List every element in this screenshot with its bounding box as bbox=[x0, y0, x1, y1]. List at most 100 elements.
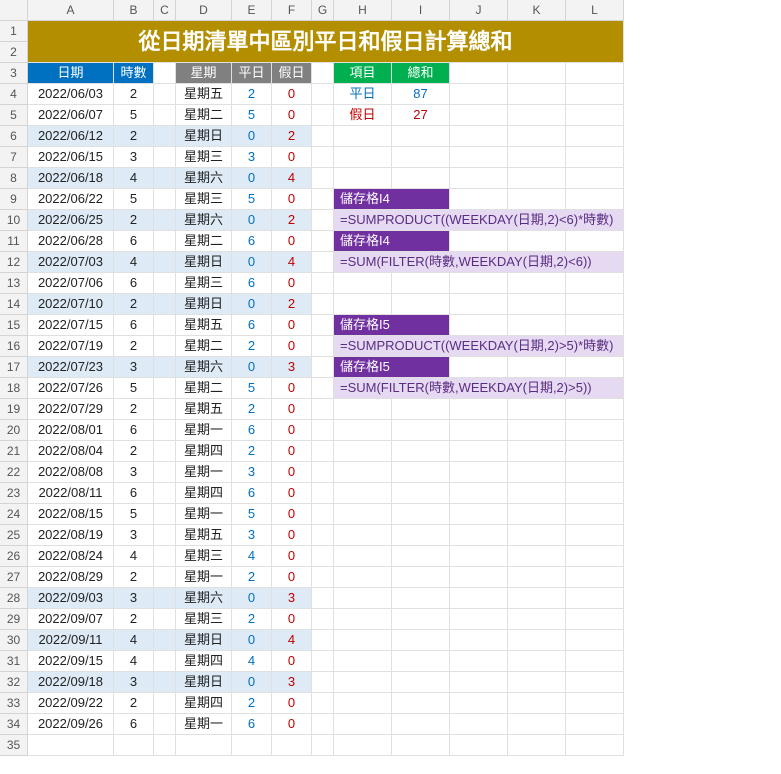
empty-cell[interactable] bbox=[312, 441, 334, 462]
cell-date[interactable]: 2022/09/11 bbox=[28, 630, 114, 651]
empty-cell[interactable] bbox=[508, 231, 566, 252]
row-header[interactable]: 1 bbox=[0, 21, 28, 42]
empty-cell[interactable] bbox=[566, 273, 624, 294]
empty-cell[interactable] bbox=[566, 126, 624, 147]
empty-cell[interactable] bbox=[154, 651, 176, 672]
cell-hours[interactable]: 2 bbox=[114, 399, 154, 420]
cell-we[interactable]: 0 bbox=[272, 651, 312, 672]
empty-cell[interactable] bbox=[154, 315, 176, 336]
empty-cell[interactable] bbox=[450, 651, 508, 672]
empty-cell[interactable] bbox=[392, 168, 450, 189]
gap-cell[interactable] bbox=[154, 588, 176, 609]
empty-cell[interactable] bbox=[508, 693, 566, 714]
empty-cell[interactable] bbox=[312, 525, 334, 546]
col-header[interactable]: B bbox=[114, 0, 154, 21]
cell-we[interactable]: 4 bbox=[272, 252, 312, 273]
empty-cell[interactable] bbox=[312, 462, 334, 483]
cell-date[interactable]: 2022/06/15 bbox=[28, 147, 114, 168]
cell-date[interactable]: 2022/07/15 bbox=[28, 315, 114, 336]
cell-date[interactable]: 2022/07/26 bbox=[28, 378, 114, 399]
empty-cell[interactable] bbox=[508, 273, 566, 294]
empty-cell[interactable] bbox=[334, 609, 392, 630]
empty-cell[interactable] bbox=[312, 672, 334, 693]
empty-cell[interactable] bbox=[508, 546, 566, 567]
empty-cell[interactable] bbox=[312, 168, 334, 189]
col-header[interactable]: D bbox=[176, 0, 232, 21]
cell-wd[interactable]: 6 bbox=[232, 273, 272, 294]
empty-cell[interactable] bbox=[334, 441, 392, 462]
empty-cell[interactable] bbox=[334, 714, 392, 735]
cell-wd[interactable]: 0 bbox=[232, 210, 272, 231]
cell-weekday[interactable]: 星期三 bbox=[176, 147, 232, 168]
empty-cell[interactable] bbox=[508, 294, 566, 315]
empty-cell[interactable] bbox=[392, 630, 450, 651]
col-header[interactable]: H bbox=[334, 0, 392, 21]
empty-cell[interactable] bbox=[154, 735, 176, 756]
empty-cell[interactable] bbox=[508, 105, 566, 126]
col-header[interactable]: I bbox=[392, 0, 450, 21]
empty-cell[interactable] bbox=[392, 693, 450, 714]
col-header[interactable]: K bbox=[508, 0, 566, 21]
cell-date[interactable]: 2022/08/11 bbox=[28, 483, 114, 504]
cell-we[interactable]: 0 bbox=[272, 567, 312, 588]
row-header[interactable]: 30 bbox=[0, 630, 28, 651]
cell-weekday[interactable]: 星期日 bbox=[176, 252, 232, 273]
empty-cell[interactable] bbox=[312, 609, 334, 630]
row-header[interactable]: 8 bbox=[0, 168, 28, 189]
empty-cell[interactable] bbox=[334, 567, 392, 588]
empty-cell[interactable] bbox=[450, 105, 508, 126]
empty-cell[interactable] bbox=[334, 735, 392, 756]
cell-wd[interactable]: 0 bbox=[232, 588, 272, 609]
empty-cell[interactable] bbox=[508, 525, 566, 546]
empty-cell[interactable] bbox=[450, 567, 508, 588]
cell-wd[interactable]: 5 bbox=[232, 105, 272, 126]
row-header[interactable]: 3 bbox=[0, 63, 28, 84]
cell-weekday[interactable]: 星期五 bbox=[176, 315, 232, 336]
empty-cell[interactable] bbox=[334, 462, 392, 483]
empty-cell[interactable] bbox=[508, 441, 566, 462]
row-header[interactable]: 32 bbox=[0, 672, 28, 693]
cell-weekday[interactable]: 星期四 bbox=[176, 483, 232, 504]
cell-hours[interactable]: 6 bbox=[114, 420, 154, 441]
row-header[interactable]: 14 bbox=[0, 294, 28, 315]
empty-cell[interactable] bbox=[154, 441, 176, 462]
empty-cell[interactable] bbox=[508, 189, 566, 210]
cell-weekday[interactable]: 星期一 bbox=[176, 504, 232, 525]
cell-weekday[interactable]: 星期五 bbox=[176, 525, 232, 546]
cell-date[interactable]: 2022/08/04 bbox=[28, 441, 114, 462]
cell-hours[interactable]: 2 bbox=[114, 567, 154, 588]
cell-weekday[interactable]: 星期六 bbox=[176, 588, 232, 609]
cell-wd[interactable]: 6 bbox=[232, 315, 272, 336]
empty-cell[interactable] bbox=[312, 651, 334, 672]
empty-cell[interactable] bbox=[334, 525, 392, 546]
cell-date[interactable]: 2022/09/18 bbox=[28, 672, 114, 693]
empty-cell[interactable] bbox=[508, 126, 566, 147]
cell-hours[interactable]: 6 bbox=[114, 714, 154, 735]
cell-we[interactable]: 3 bbox=[272, 357, 312, 378]
cell-hours[interactable]: 6 bbox=[114, 483, 154, 504]
empty-cell[interactable] bbox=[312, 105, 334, 126]
empty-cell[interactable] bbox=[566, 231, 624, 252]
empty-cell[interactable] bbox=[566, 147, 624, 168]
cell-we[interactable]: 2 bbox=[272, 210, 312, 231]
empty-cell[interactable] bbox=[450, 399, 508, 420]
row-header[interactable]: 6 bbox=[0, 126, 28, 147]
empty-cell[interactable] bbox=[508, 588, 566, 609]
cell-we[interactable]: 0 bbox=[272, 231, 312, 252]
cell-hours[interactable]: 3 bbox=[114, 672, 154, 693]
empty-cell[interactable] bbox=[508, 714, 566, 735]
cell-we[interactable]: 0 bbox=[272, 714, 312, 735]
empty-cell[interactable] bbox=[392, 147, 450, 168]
empty-cell[interactable] bbox=[154, 525, 176, 546]
row-header[interactable]: 28 bbox=[0, 588, 28, 609]
cell-hours[interactable]: 2 bbox=[114, 294, 154, 315]
cell-we[interactable]: 0 bbox=[272, 462, 312, 483]
cell-wd[interactable]: 3 bbox=[232, 462, 272, 483]
empty-cell[interactable] bbox=[392, 651, 450, 672]
empty-cell[interactable] bbox=[566, 588, 624, 609]
cell-date[interactable]: 2022/08/24 bbox=[28, 546, 114, 567]
row-header[interactable]: 11 bbox=[0, 231, 28, 252]
gap-cell[interactable] bbox=[154, 168, 176, 189]
cell-hours[interactable]: 3 bbox=[114, 147, 154, 168]
cell-date[interactable]: 2022/07/23 bbox=[28, 357, 114, 378]
